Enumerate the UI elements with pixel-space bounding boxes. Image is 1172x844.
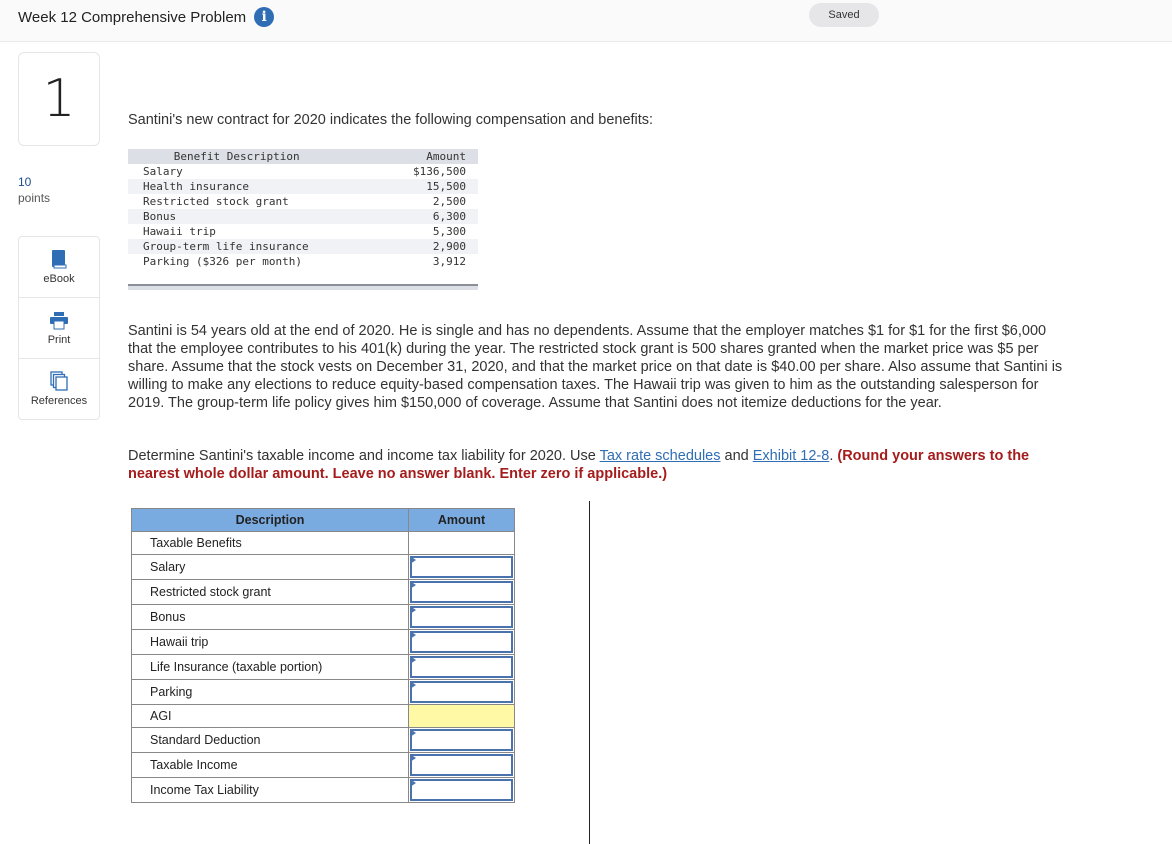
bonus-amount-input[interactable] <box>410 606 513 628</box>
question-points: 10 points <box>18 174 50 206</box>
salary-amount-input[interactable] <box>410 556 513 578</box>
benefit-row: Health insurance 15,500 <box>128 179 478 194</box>
empty-amount-cell <box>408 531 515 555</box>
benefit-amount: 2,500 <box>432 195 466 208</box>
benefits-table-footer <box>128 284 478 290</box>
benefits-table: Benefit Description Amount Salary $136,50… <box>128 149 478 290</box>
exhibit-12-8-link[interactable]: Exhibit 12-8 <box>753 448 830 464</box>
benefit-amount: $136,500 <box>413 165 466 178</box>
benefit-row: Hawaii trip 5,300 <box>128 224 478 239</box>
answer-row: Taxable Benefits <box>131 531 515 555</box>
answer-header-row: Description Amount <box>131 508 515 532</box>
instructions-text: Determine Santini's taxable income and i… <box>128 448 600 464</box>
answer-row: Income Tax Liability <box>131 777 515 803</box>
references-label: References <box>30 395 88 407</box>
problem-paragraph: Santini is 54 years old at the end of 20… <box>128 323 1063 411</box>
benefits-header-row: Benefit Description Amount <box>128 149 478 164</box>
benefit-description: Salary <box>143 165 183 178</box>
answer-row: Hawaii trip <box>131 629 515 655</box>
benefit-description: Restricted stock grant <box>143 195 289 208</box>
benefit-description: Health insurance <box>128 179 386 194</box>
benefit-row: Restricted stock grant 2,500 <box>128 194 478 209</box>
question-number: 1 <box>18 52 100 146</box>
amount-header: Amount <box>408 508 515 532</box>
assignment-title: Week 12 Comprehensive Problem i <box>18 7 275 27</box>
row-label: Restricted stock grant <box>131 579 409 605</box>
intro-text: Santini's new contract for 2020 indicate… <box>128 112 654 128</box>
answer-row: AGI <box>131 704 515 728</box>
info-circle-icon[interactable]: i <box>254 7 275 27</box>
restricted-stock-amount-input[interactable] <box>410 581 513 603</box>
benefit-description: Parking ($326 per month) <box>143 255 302 268</box>
answer-row: Life Insurance (taxable portion) <box>131 654 515 680</box>
benefit-row: Bonus 6,300 <box>128 209 478 224</box>
row-label: Taxable Income <box>131 752 409 778</box>
instructions: Determine Santini's taxable income and i… <box>128 447 1078 483</box>
taxable-income-input[interactable] <box>410 754 513 776</box>
tax-rate-schedules-link[interactable]: Tax rate schedules <box>600 448 721 464</box>
benefit-row: Group-term life insurance 2,900 <box>128 239 478 254</box>
benefit-amount-header: Amount <box>385 149 478 164</box>
row-label: Life Insurance (taxable portion) <box>131 654 409 680</box>
benefit-amount: 5,300 <box>432 225 466 238</box>
references-button[interactable]: References <box>19 359 99 419</box>
ebook-label: eBook <box>43 273 75 285</box>
answer-row: Parking <box>131 679 515 705</box>
answer-row: Bonus <box>131 604 515 630</box>
row-label: Income Tax Liability <box>131 777 409 803</box>
book-icon <box>51 249 67 269</box>
benefit-row: Salary $136,500 <box>128 164 478 179</box>
benefit-description-header: Benefit Description <box>128 149 386 164</box>
answer-row: Salary <box>131 554 515 580</box>
benefit-description: Hawaii trip <box>143 225 216 238</box>
points-value: 10 <box>18 175 32 189</box>
top-bar: Week 12 Comprehensive Problem i Saved <box>0 0 1172 42</box>
row-label: Hawaii trip <box>131 629 409 655</box>
hawaii-trip-amount-input[interactable] <box>410 631 513 653</box>
print-button[interactable]: Print <box>19 298 99 359</box>
points-label: points <box>18 191 51 205</box>
print-label: Print <box>47 334 71 346</box>
answer-row: Restricted stock grant <box>131 579 515 605</box>
benefit-row: Parking ($326 per month) 3,912 <box>128 254 478 269</box>
answer-table: Description Amount Taxable Benefits Sala… <box>131 508 515 803</box>
benefit-amount: 3,912 <box>432 255 466 268</box>
row-label: Standard Deduction <box>131 727 409 753</box>
standard-deduction-input[interactable] <box>410 729 513 751</box>
answer-row: Taxable Income <box>131 752 515 778</box>
life-insurance-amount-input[interactable] <box>410 656 513 678</box>
printer-icon <box>49 310 69 330</box>
instructions-connector: and <box>720 448 753 464</box>
row-label: Salary <box>131 554 409 580</box>
row-label: Bonus <box>131 604 409 630</box>
saved-status-badge: Saved <box>809 3 879 27</box>
income-tax-liability-input[interactable] <box>410 779 513 801</box>
tools-panel: eBook Print References <box>18 236 100 420</box>
assignment-title-text: Week 12 Comprehensive Problem <box>18 8 247 26</box>
row-label: Taxable Benefits <box>131 531 409 555</box>
row-label: AGI <box>131 704 409 728</box>
benefit-amount: 6,300 <box>385 209 478 224</box>
benefit-amount: 15,500 <box>385 179 478 194</box>
vertical-divider <box>589 501 590 844</box>
benefit-description: Bonus <box>128 209 386 224</box>
benefit-description: Group-term life insurance <box>128 239 386 254</box>
row-label: Parking <box>131 679 409 705</box>
agi-calculated-cell <box>408 704 515 728</box>
answer-row: Standard Deduction <box>131 727 515 753</box>
benefit-amount: 2,900 <box>385 239 478 254</box>
description-header: Description <box>131 508 409 532</box>
parking-amount-input[interactable] <box>410 681 513 703</box>
documents-icon <box>50 371 68 391</box>
ebook-button[interactable]: eBook <box>19 237 99 298</box>
